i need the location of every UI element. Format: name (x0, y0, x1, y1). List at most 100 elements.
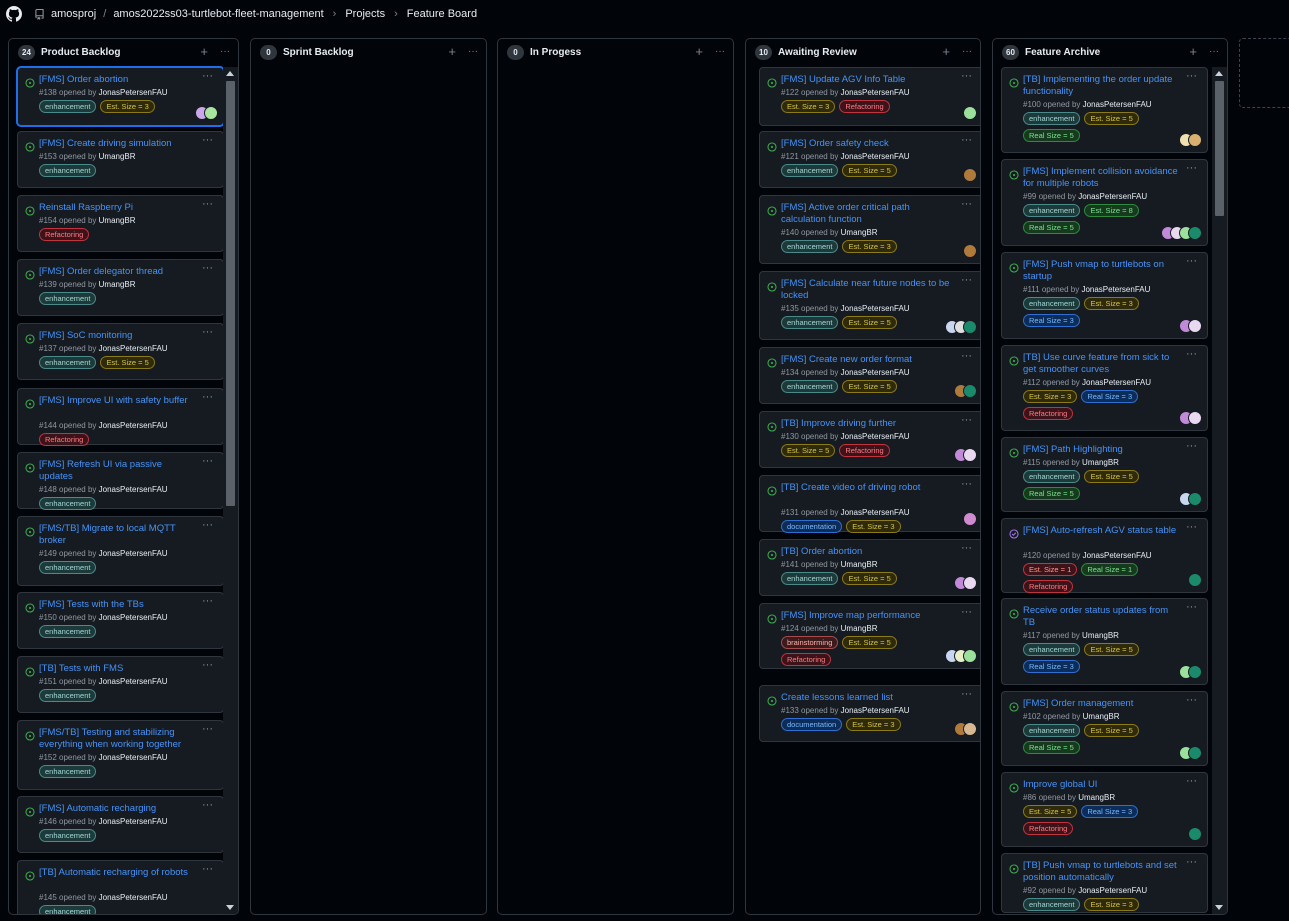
avatar[interactable] (1188, 319, 1202, 333)
card-menu-icon[interactable]: ··· (202, 391, 213, 403)
issue-card[interactable]: [FMS] Automatic recharging ··· #146 open… (17, 796, 224, 853)
card-menu-icon[interactable]: ··· (202, 863, 213, 875)
issue-label[interactable]: Est. Size = 8 (1084, 204, 1139, 217)
issue-card[interactable]: [FMS/TB] Migrate to local MQTT broker ··… (17, 516, 224, 586)
add-item-icon[interactable]: + (1189, 45, 1197, 58)
issue-card[interactable]: [FMS] Implement collision avoidance for … (1001, 159, 1208, 246)
issue-label[interactable]: Real Size = 3 (1023, 660, 1080, 673)
issue-title-link[interactable]: [FMS] Update AGV Info Table (781, 74, 956, 86)
issue-label[interactable]: Refactoring (1023, 822, 1074, 835)
issue-label[interactable]: enhancement (39, 356, 97, 369)
breadcrumb-owner[interactable]: amosproj (51, 8, 96, 20)
issue-title-link[interactable]: [TB] Push vmap to turtlebots and set pos… (1023, 860, 1181, 884)
issue-label[interactable]: enhancement (1023, 112, 1081, 125)
issue-label[interactable]: Real Size = 5 (1023, 129, 1080, 142)
issue-label[interactable]: Est. Size = 5 (100, 356, 155, 369)
card-menu-icon[interactable]: ··· (961, 414, 972, 426)
breadcrumb-repo[interactable]: amos2022ss03-turtlebot-fleet-management (113, 8, 323, 20)
issue-label[interactable]: Est. Size = 5 (842, 636, 897, 649)
issue-label[interactable]: enhancement (1023, 898, 1081, 911)
card-menu-icon[interactable]: ··· (202, 70, 213, 82)
avatar[interactable] (963, 106, 977, 120)
issue-author[interactable]: UmangBR (1083, 712, 1120, 721)
issue-author[interactable]: JonasPetersenFAU (841, 88, 910, 97)
issue-title-link[interactable]: Reinstall Raspberry Pi (39, 202, 197, 214)
issue-label[interactable]: Est. Size = 3 (1084, 898, 1139, 911)
issue-label[interactable]: Est. Size = 5 (1084, 643, 1139, 656)
issue-card[interactable]: Reinstall Raspberry Pi ··· #154 opened b… (17, 195, 224, 252)
issue-label[interactable]: enhancement (39, 497, 97, 510)
issue-title-link[interactable]: [FMS] Order safety check (781, 138, 956, 150)
column-menu-icon[interactable]: ··· (715, 45, 725, 58)
issue-label[interactable]: enhancement (1023, 204, 1081, 217)
card-menu-icon[interactable]: ··· (202, 262, 213, 274)
avatar[interactable] (963, 384, 977, 398)
avatar[interactable] (963, 320, 977, 334)
issue-title-link[interactable]: [TB] Use curve feature from sick to get … (1023, 352, 1181, 376)
card-menu-icon[interactable]: ··· (1186, 162, 1197, 174)
issue-label[interactable]: Refactoring (1023, 407, 1074, 420)
card-menu-icon[interactable]: ··· (1186, 255, 1197, 267)
issue-card[interactable]: [FMS] Improve map performance ··· #124 o… (759, 603, 980, 669)
issue-author[interactable]: UmangBR (99, 152, 136, 161)
avatar[interactable] (1188, 665, 1202, 679)
issue-label[interactable]: enhancement (781, 316, 839, 329)
card-menu-icon[interactable]: ··· (202, 326, 213, 338)
card-menu-icon[interactable]: ··· (961, 606, 972, 618)
breadcrumb-projects[interactable]: Projects (345, 8, 385, 20)
scroll-up-icon[interactable] (226, 71, 234, 76)
issue-title-link[interactable]: Receive order status updates from TB (1023, 605, 1181, 629)
issue-label[interactable]: Est. Size = 5 (781, 444, 836, 457)
issue-card[interactable]: [FMS] Create driving simulation ··· #153… (17, 131, 224, 188)
issue-label[interactable]: Real Size = 5 (1023, 221, 1080, 234)
add-item-icon[interactable]: + (200, 45, 208, 58)
issue-author[interactable]: JonasPetersenFAU (99, 421, 168, 430)
issue-title-link[interactable]: Improve global UI (1023, 779, 1181, 791)
issue-card[interactable]: [TB] Use curve feature from sick to get … (1001, 345, 1208, 431)
card-menu-icon[interactable]: ··· (961, 478, 972, 490)
issue-label[interactable]: enhancement (39, 689, 97, 702)
issue-label[interactable]: enhancement (781, 380, 839, 393)
avatar[interactable] (963, 576, 977, 590)
issue-title-link[interactable]: [FMS] Refresh UI via passive updates (39, 459, 197, 483)
issue-author[interactable]: JonasPetersenFAU (1081, 285, 1150, 294)
card-menu-icon[interactable]: ··· (961, 542, 972, 554)
card-menu-icon[interactable]: ··· (1186, 775, 1197, 787)
issue-card[interactable]: Improve global UI ··· #86 opened by Uman… (1001, 772, 1208, 847)
issue-label[interactable]: enhancement (1023, 724, 1081, 737)
avatar[interactable] (1188, 492, 1202, 506)
issue-title-link[interactable]: [FMS/TB] Migrate to local MQTT broker (39, 523, 197, 547)
issue-card[interactable]: [TB] Tests with FMS ··· #151 opened by J… (17, 656, 224, 713)
column-menu-icon[interactable]: ··· (468, 45, 478, 58)
issue-title-link[interactable]: [FMS] Auto-refresh AGV status table (1023, 525, 1181, 537)
issue-label[interactable]: Refactoring (839, 444, 890, 457)
issue-card[interactable]: [FMS] Order abortion ··· #138 opened by … (17, 67, 224, 126)
issue-author[interactable]: JonasPetersenFAU (99, 677, 168, 686)
card-menu-icon[interactable]: ··· (202, 519, 213, 531)
card-menu-icon[interactable]: ··· (1186, 70, 1197, 82)
issue-title-link[interactable]: [TB] Implementing the order update funct… (1023, 74, 1181, 98)
issue-card[interactable]: [FMS] Tests with the TBs ··· #150 opened… (17, 592, 224, 649)
issue-label[interactable]: Est. Size = 5 (1084, 724, 1139, 737)
card-menu-icon[interactable]: ··· (1186, 601, 1197, 613)
issue-label[interactable]: Est. Size = 5 (1084, 470, 1139, 483)
issue-title-link[interactable]: [TB] Tests with FMS (39, 663, 197, 675)
issue-label[interactable]: enhancement (39, 100, 97, 113)
issue-label[interactable]: Real Size = 1 (1081, 563, 1139, 576)
column-scrollbar[interactable] (1212, 67, 1227, 914)
column-menu-icon[interactable]: ··· (220, 45, 230, 58)
issue-label[interactable]: enhancement (39, 829, 97, 842)
issue-label[interactable]: enhancement (781, 572, 839, 585)
issue-label[interactable]: documentation (781, 718, 843, 731)
issue-label[interactable]: Est. Size = 3 (846, 520, 901, 533)
issue-title-link[interactable]: [FMS] Push vmap to turtlebots on startup (1023, 259, 1181, 283)
add-item-icon[interactable]: + (695, 45, 703, 58)
issue-title-link[interactable]: [FMS] Tests with the TBs (39, 599, 197, 611)
issue-author[interactable]: JonasPetersenFAU (841, 706, 910, 715)
avatar[interactable] (963, 244, 977, 258)
card-menu-icon[interactable]: ··· (202, 723, 213, 735)
issue-author[interactable]: JonasPetersenFAU (99, 613, 168, 622)
issue-author[interactable]: UmangBR (99, 280, 136, 289)
issue-label[interactable]: enhancement (39, 164, 97, 177)
issue-author[interactable]: JonasPetersenFAU (99, 817, 168, 826)
